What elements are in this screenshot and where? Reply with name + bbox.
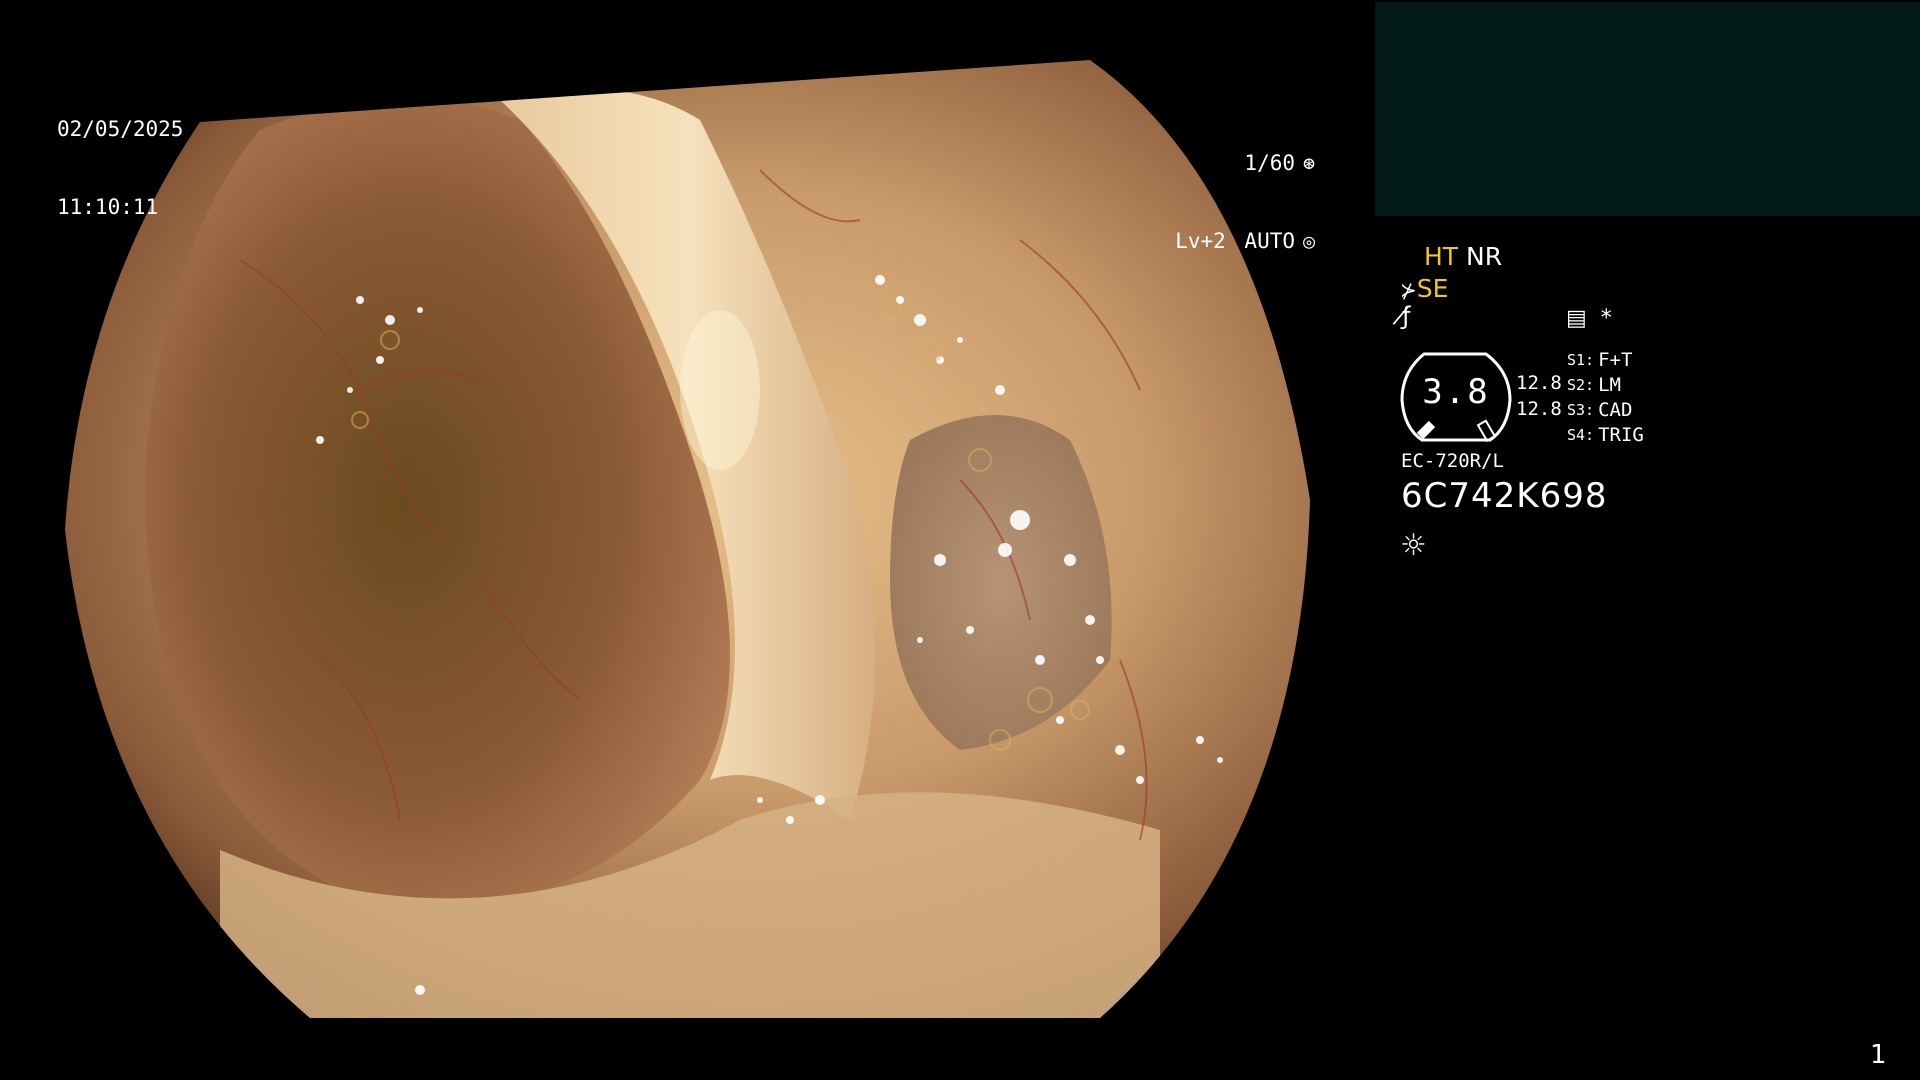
sun-icon: ☼ — [1400, 528, 1427, 563]
dial-readout: 12.8 12.8 — [1516, 370, 1562, 422]
se-indicator: SE — [1416, 274, 1449, 303]
iris-text: AUTO — [1244, 229, 1295, 253]
thumbnail-box — [1375, 2, 1920, 216]
scope-model: EC-720R/L — [1401, 450, 1504, 472]
storage-indicators: ▤ * — [1566, 306, 1612, 331]
exposure-info: 1/60 ⊛ Lv+2 AUTO ◎ — [1175, 98, 1320, 280]
dial-value: 3.8 — [1422, 372, 1490, 412]
switch-row: S4: TRIG — [1567, 424, 1644, 446]
switch-row: S1: F+T — [1567, 349, 1633, 371]
ht-indicator: HT — [1424, 242, 1459, 271]
scope-serial: 6C742K698 — [1401, 476, 1608, 516]
f-hook-icon: ƒ̸ — [1402, 302, 1411, 330]
mode-ht-nr: HT NR — [1424, 242, 1502, 271]
switch-assignments: S1: F+T S2: LM S3: CAD S4: TRIG — [1567, 348, 1644, 448]
target-icon: ◎ — [1302, 229, 1316, 253]
readout-1: 12.8 — [1516, 372, 1562, 394]
date-time: 02/05/2025 11:10:11 — [57, 64, 183, 246]
freeze-icon: ⊁ — [1400, 278, 1417, 302]
level-text: Lv+2 — [1175, 229, 1226, 253]
shutter-text: 1/60 — [1244, 151, 1295, 175]
switch-row: S3: CAD — [1567, 399, 1633, 421]
time-text: 11:10:11 — [57, 195, 159, 219]
page-number: 1 — [1870, 1040, 1887, 1070]
asterisk-indicator: * — [1600, 306, 1612, 331]
endoscope-view — [60, 60, 1316, 1018]
aperture-icon: ⊛ — [1302, 151, 1316, 175]
date-text: 02/05/2025 — [57, 117, 184, 141]
nr-indicator: NR — [1466, 242, 1503, 271]
mode-se: ⊁SE — [1400, 274, 1448, 303]
film-icon: ▤ — [1566, 306, 1587, 331]
readout-2: 12.8 — [1516, 398, 1562, 420]
switch-row: S2: LM — [1567, 374, 1621, 396]
